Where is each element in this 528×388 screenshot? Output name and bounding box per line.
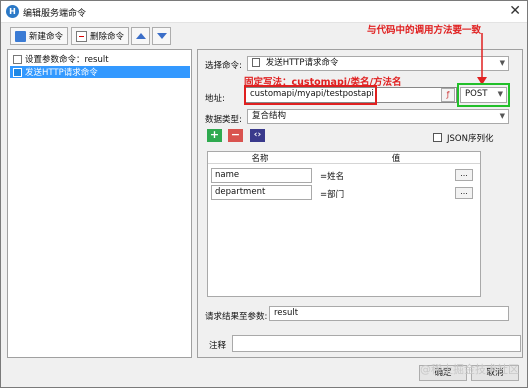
result-input[interactable]: result (269, 306, 509, 321)
command-select[interactable]: 发送HTTP请求命令 ▼ (247, 56, 509, 71)
note-input[interactable] (232, 335, 521, 352)
window-title: 编辑服务端命令 (23, 9, 87, 19)
address-label: 地址: (205, 94, 225, 104)
row-value-cell[interactable]: =部门 (320, 188, 344, 200)
app-icon: H (6, 5, 19, 18)
row-value-cell[interactable]: =姓名 (320, 170, 344, 182)
datatype-select[interactable]: 复合结构 ▼ (247, 109, 509, 124)
json-checkbox[interactable] (433, 133, 442, 142)
remove-row-button[interactable]: − (228, 129, 243, 142)
delete-command-label: 删除命令 (90, 32, 125, 42)
new-command-button[interactable]: 新建命令 (10, 27, 68, 45)
address-highlight (244, 85, 377, 105)
command-icon (13, 67, 22, 77)
tree-item-label: 设置参数命令：result (25, 55, 109, 65)
arrow-up-icon (135, 33, 146, 39)
close-icon[interactable]: ✕ (509, 3, 521, 19)
formula-icon[interactable]: ƒ (441, 88, 455, 102)
method-highlight (457, 83, 510, 107)
chevron-down-icon: ▼ (499, 59, 505, 67)
new-command-label: 新建命令 (29, 32, 64, 42)
tree-item-http-request[interactable]: 发送HTTP请求命令 (10, 66, 190, 78)
row-name-cell[interactable]: department (211, 185, 312, 200)
column-header-value: 值 (312, 152, 480, 164)
annotation-arrow-icon (477, 33, 487, 85)
watermark: @稀土掘金技术社区 (420, 363, 519, 376)
datatype-value: 复合结构 (252, 111, 287, 121)
delete-icon (76, 30, 87, 42)
command-icon (13, 54, 22, 64)
note-label: 注释 (209, 341, 227, 351)
command-label: 选择命令: (205, 61, 242, 71)
move-up-button[interactable] (131, 27, 150, 45)
row-name-cell[interactable]: name (211, 168, 312, 183)
command-tree[interactable]: 设置参数命令：result 发送HTTP请求命令 (7, 49, 192, 358)
http-command-icon (252, 58, 260, 67)
json-label: JSON序列化 (447, 134, 494, 144)
row-name-text: department (215, 187, 266, 197)
row-name-text: name (215, 170, 240, 180)
move-down-button[interactable] (152, 27, 171, 45)
result-label: 请求结果至参数: (205, 312, 268, 322)
title-bar: H 编辑服务端命令 ✕ (1, 1, 527, 23)
tree-item-label: 发送HTTP请求命令 (25, 68, 98, 78)
code-button[interactable]: ‹› (250, 129, 265, 142)
row-edit-button[interactable]: ... (455, 187, 473, 199)
method-annotation: 与代码中的调用方法要一致 (367, 25, 482, 36)
chevron-down-icon: ▼ (499, 112, 505, 120)
dialog-window: H 编辑服务端命令 ✕ 新建命令 删除命令 设置参数命令：result 发送HT… (0, 0, 528, 388)
tree-item-set-param[interactable]: 设置参数命令：result (10, 53, 112, 65)
add-row-button[interactable]: + (207, 129, 222, 142)
arrow-down-icon (156, 33, 167, 39)
row-edit-button[interactable]: ... (455, 169, 473, 181)
delete-command-button[interactable]: 删除命令 (71, 27, 129, 45)
new-icon (15, 30, 26, 42)
result-value: result (274, 308, 299, 318)
column-header-name: 名称 (208, 152, 312, 164)
datatype-label: 数据类型: (205, 115, 242, 125)
command-select-value: 发送HTTP请求命令 (265, 58, 339, 68)
